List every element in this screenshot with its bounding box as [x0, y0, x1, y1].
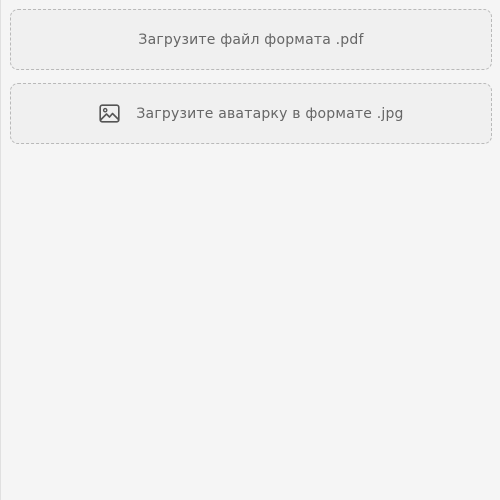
avatar-upload-dropzone[interactable]: Загрузите аватарку в формате .jpg	[10, 83, 492, 144]
avatar-upload-label: Загрузите аватарку в формате .jpg	[136, 105, 404, 122]
pdf-upload-label: Загрузите файл формата .pdf	[138, 31, 364, 48]
upload-panel: Загрузите файл формата .pdf Загрузите ав…	[0, 0, 500, 500]
pdf-upload-dropzone[interactable]: Загрузите файл формата .pdf	[10, 9, 492, 70]
image-icon	[98, 103, 120, 125]
